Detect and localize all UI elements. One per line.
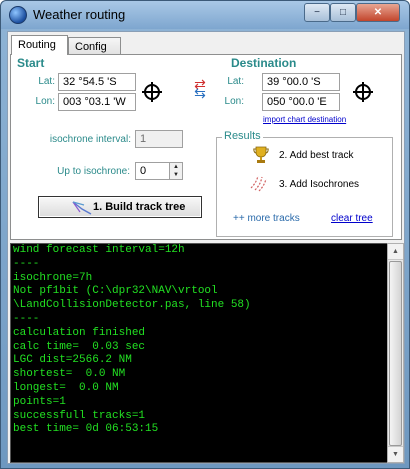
console-line: isochrone=7h xyxy=(13,271,93,284)
console-line: wind forecast interval=12h xyxy=(13,244,185,256)
console-line: longest= 0.0 NM xyxy=(13,381,119,394)
console-line: successfull tracks=1 xyxy=(13,409,146,422)
console-line: ---- xyxy=(13,312,40,325)
scroll-up-icon[interactable]: ▲ xyxy=(388,244,403,260)
import-chart-destination-link[interactable]: import chart destination xyxy=(263,115,346,124)
up-to-isochrone-field[interactable]: 0 xyxy=(135,162,171,180)
more-tracks-button[interactable]: ++ more tracks xyxy=(233,213,300,224)
start-heading: Start xyxy=(17,56,45,70)
console-line: Not pf1bit (C:\dpr32\NAV\vrtool xyxy=(13,285,218,298)
stepper-down-icon[interactable]: ▼ xyxy=(170,171,182,179)
console-line: LGC dist=2566.2 NM xyxy=(13,354,132,367)
destination-lat-label: Lat: xyxy=(227,76,244,87)
destination-lat-field[interactable]: 39 °00.0 'S xyxy=(262,73,340,91)
tab-config[interactable]: Config xyxy=(68,37,121,54)
swap-start-destination-icon[interactable]: ⇄ ⇆ xyxy=(192,77,208,100)
globe-icon xyxy=(9,6,27,24)
maximize-button[interactable]: □ xyxy=(330,3,356,22)
start-lon-label: Lon: xyxy=(35,96,55,107)
minimize-button[interactable]: − xyxy=(304,3,330,22)
scroll-down-icon[interactable]: ▼ xyxy=(388,446,403,462)
isochrones-icon[interactable] xyxy=(249,174,269,192)
stepper-up-icon[interactable]: ▲ xyxy=(170,163,182,171)
destination-lon-label: Lon: xyxy=(224,96,244,107)
close-button[interactable]: ✕ xyxy=(356,3,400,22)
client-area: Routing Config Start Lat: 32 °54.5 'S Lo… xyxy=(7,31,405,464)
isochrone-interval-field[interactable]: 1 xyxy=(135,130,183,148)
build-track-tree-label: 1. Build track tree xyxy=(93,201,186,213)
trophy-icon[interactable] xyxy=(253,146,269,164)
destination-pick-crosshair-icon[interactable] xyxy=(353,82,373,102)
results-legend: Results xyxy=(222,130,263,142)
up-to-isochrone-stepper[interactable]: ▲ ▼ xyxy=(169,162,183,180)
tab-routing[interactable]: Routing xyxy=(11,35,68,55)
destination-heading: Destination xyxy=(231,56,297,70)
clear-tree-link[interactable]: clear tree xyxy=(331,213,373,224)
isochrone-interval-label: isochrone interval: xyxy=(49,134,131,145)
routing-panel: Start Lat: 32 °54.5 'S Lon: 003 °03.1 'W… xyxy=(10,54,402,240)
console-line: best time= 0d 06:53:15 xyxy=(13,423,159,436)
weather-routing-window: Weather routing − □ ✕ Routing Config Sta… xyxy=(0,0,410,469)
scrollbar-thumb[interactable] xyxy=(389,261,402,446)
add-best-track-button[interactable]: 2. Add best track xyxy=(279,150,354,161)
track-tree-icon xyxy=(72,201,92,215)
start-pick-crosshair-icon[interactable] xyxy=(142,82,162,102)
console-line: ---- xyxy=(13,257,40,270)
console-line: shortest= 0.0 NM xyxy=(13,368,126,381)
destination-lon-field[interactable]: 050 °00.0 'E xyxy=(262,93,340,111)
console-line: calc time= 0.03 sec xyxy=(13,340,146,353)
start-lon-field[interactable]: 003 °03.1 'W xyxy=(58,93,136,111)
log-console[interactable]: wind forecast interval=12h ---- isochron… xyxy=(10,243,392,463)
build-track-tree-button[interactable]: 1. Build track tree xyxy=(38,196,202,218)
console-line: calculation finished xyxy=(13,326,146,339)
window-title: Weather routing xyxy=(33,7,126,22)
start-lat-label: Lat: xyxy=(38,76,55,87)
up-to-isochrone-label: Up to isochrone: xyxy=(57,166,130,177)
console-scrollbar[interactable]: ▲ ▼ xyxy=(387,243,404,463)
console-line: points=1 xyxy=(13,395,66,408)
start-lat-field[interactable]: 32 °54.5 'S xyxy=(58,73,136,91)
title-bar[interactable]: Weather routing − □ ✕ xyxy=(1,1,409,29)
add-isochrones-button[interactable]: 3. Add Isochrones xyxy=(279,179,359,190)
console-line: \LandCollisionDetector.pas, line 58) xyxy=(13,299,251,312)
